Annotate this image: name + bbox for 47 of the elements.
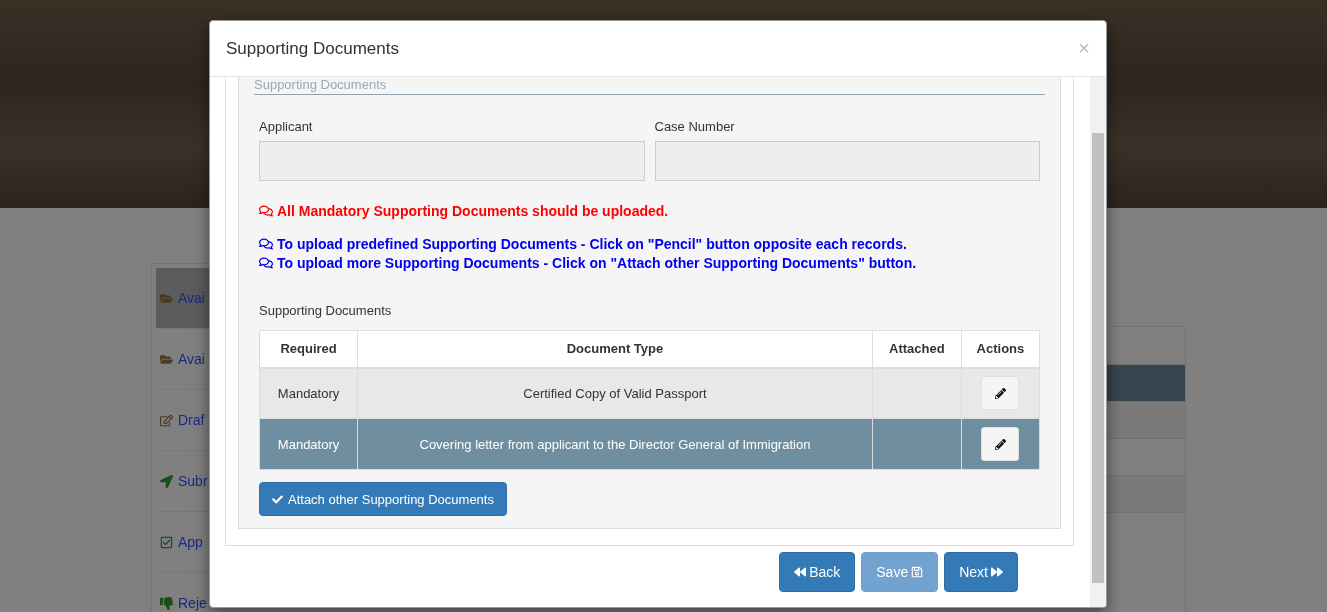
folder-icon [160, 352, 173, 366]
table-cell: Certified Copy of Valid Passport [357, 367, 873, 419]
sidebar-item[interactable]: Avai [156, 268, 209, 329]
comments-icon [259, 204, 273, 218]
field-label: Applicant [259, 119, 314, 134]
table-title: Supporting Documents [259, 303, 393, 318]
message-text: To upload predefined Supporting Documents - Click on "Pencil" button opposite each records. [277, 236, 907, 252]
sidebar-item-label: Avai [178, 290, 205, 306]
sidebar-item-label: App [178, 534, 203, 550]
back-button[interactable]: Back [779, 552, 856, 592]
folder-icon [160, 291, 173, 305]
table-row[interactable]: Mandatory Covering letter from applicant to the Director General of Immigration [259, 418, 1040, 470]
table-cell: Mandatory [259, 367, 358, 419]
pencil-icon [994, 438, 1006, 450]
sidebar-item-label: Draf [178, 412, 205, 428]
sidebar-item-label: Reje [178, 595, 207, 611]
modal-title: Supporting Documents [226, 38, 399, 59]
column-header: Required [259, 330, 358, 368]
scrollbar[interactable] [1090, 77, 1106, 607]
pencil-icon [994, 387, 1006, 399]
next-button[interactable]: Next [944, 552, 1018, 592]
sidebar-item-label: Subr [178, 473, 208, 489]
column-header: Attached [872, 330, 962, 368]
edit-button[interactable] [981, 376, 1020, 411]
save-icon [911, 566, 924, 578]
table-cell: Covering letter from applicant to the Director General of Immigration [357, 418, 873, 470]
comments-icon [259, 237, 273, 251]
thumbs-down-icon [160, 596, 173, 610]
check-icon [272, 493, 283, 505]
comments-icon [259, 256, 273, 270]
paper-plane-icon [160, 474, 173, 488]
column-header: Document Type [357, 330, 873, 368]
edit-icon [160, 413, 173, 427]
field-label: Case Number [654, 119, 736, 134]
message-text: All Mandatory Supporting Documents should be uploaded. [277, 203, 669, 219]
table-cell: Mandatory [259, 418, 358, 470]
attach-button[interactable]: Attach other Supporting Documents [259, 482, 507, 516]
table-row[interactable]: Mandatory Certified Copy of Valid Passport [259, 367, 1040, 419]
checkbox-icon [160, 535, 173, 549]
forward-icon [991, 566, 1003, 578]
section-legend: Supporting Documents [254, 77, 1045, 95]
close-button[interactable]: × [1078, 37, 1090, 60]
edit-button[interactable] [981, 427, 1020, 461]
sidebar-item-label: Avai [178, 351, 205, 367]
backward-icon [794, 566, 807, 578]
message-text: To upload more Supporting Documents - Click on "Attach other Supporting Documents" button. [277, 255, 917, 271]
column-header: Actions [961, 330, 1040, 368]
